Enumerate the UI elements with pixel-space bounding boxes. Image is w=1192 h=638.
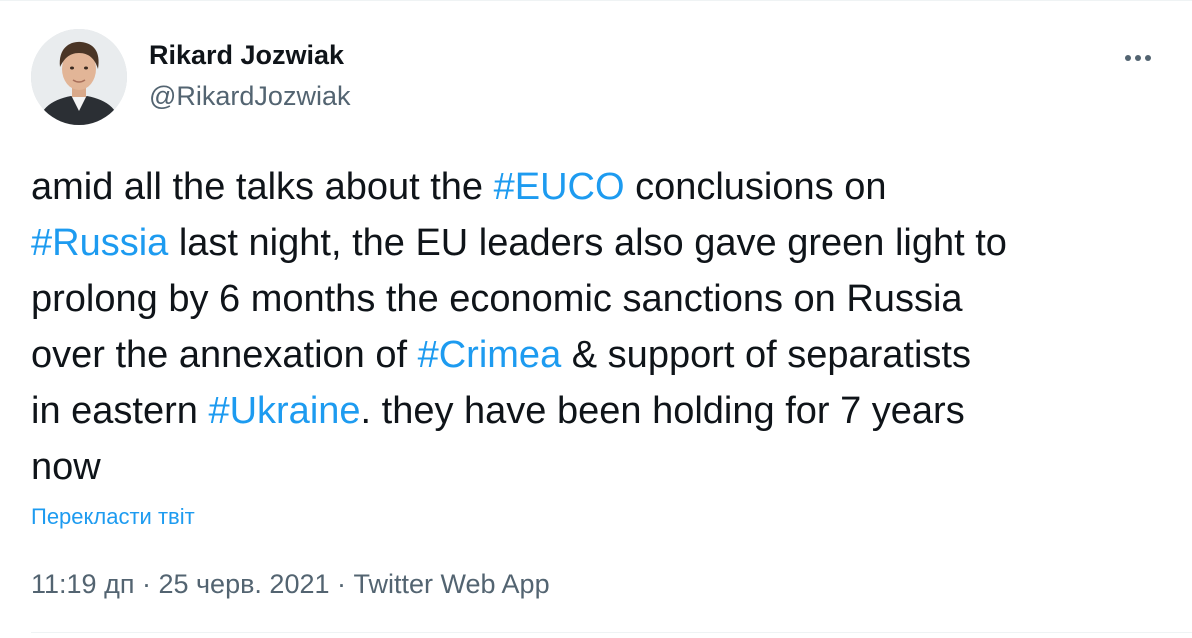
- avatar-photo: [31, 29, 127, 125]
- tweet-card: Rikard Jozwiak @RikardJozwiak amid all t…: [0, 0, 1192, 638]
- tweet-text: amid all the talks about the #EUCO concl…: [31, 159, 1171, 495]
- tweet-date[interactable]: 25 черв. 2021: [158, 569, 329, 599]
- tweet-text-line: in eastern #Ukraine. they have been hold…: [31, 383, 1171, 439]
- text-segment: over the annexation of: [31, 334, 418, 376]
- text-segment: . they have been holding for 7 years: [360, 390, 965, 432]
- tweet-time[interactable]: 11:19 дп: [31, 569, 134, 599]
- meta-separator: ·: [134, 569, 159, 599]
- hashtag-euco[interactable]: #EUCO: [494, 166, 625, 208]
- meta-separator: ·: [329, 569, 354, 599]
- author-handle[interactable]: @RikardJozwiak: [149, 80, 350, 112]
- more-options-button[interactable]: [1118, 40, 1158, 76]
- tweet-text-line: prolong by 6 months the economic sanctio…: [31, 278, 963, 320]
- translate-tweet-link[interactable]: Перекласти твіт: [31, 503, 195, 531]
- bottom-divider: [31, 632, 1192, 633]
- tweet-source[interactable]: Twitter Web App: [354, 569, 550, 599]
- tweet-text-line: amid all the talks about the #EUCO concl…: [31, 159, 1171, 215]
- hashtag-crimea[interactable]: #Crimea: [418, 334, 562, 376]
- tweet-text-line: over the annexation of #Crimea & support…: [31, 327, 1171, 383]
- avatar[interactable]: [31, 29, 127, 125]
- tweet-text-line: #Russia last night, the EU leaders also …: [31, 215, 1171, 271]
- text-segment: conclusions on: [624, 166, 887, 208]
- author-name[interactable]: Rikard Jozwiak: [149, 39, 344, 71]
- tweet-text-line: now: [31, 446, 101, 488]
- tweet-metadata: 11:19 дп · 25 черв. 2021 · Twitter Web A…: [31, 566, 550, 602]
- hashtag-russia[interactable]: #Russia: [31, 222, 168, 264]
- text-segment: in eastern: [31, 390, 209, 432]
- hashtag-ukraine[interactable]: #Ukraine: [208, 390, 360, 432]
- text-segment: last night, the EU leaders also gave gre…: [168, 222, 1007, 264]
- text-segment: amid all the talks about the: [31, 166, 494, 208]
- more-horizontal-icon: [1125, 55, 1151, 61]
- text-segment: & support of separatists: [561, 334, 971, 376]
- top-divider: [0, 0, 1192, 1]
